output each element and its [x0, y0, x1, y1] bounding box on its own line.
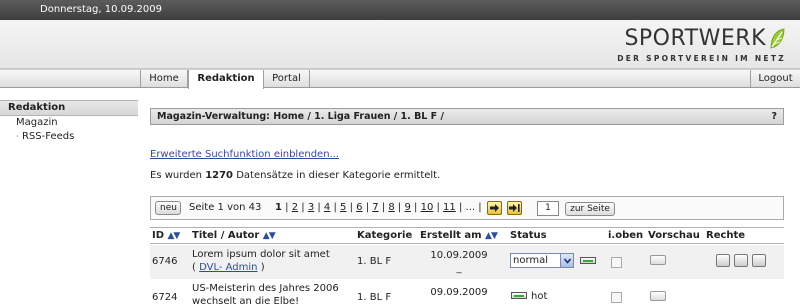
tab-home[interactable]: Home — [140, 70, 188, 88]
sort-arrows-icon[interactable]: ▲▼ — [485, 231, 498, 241]
col-id[interactable]: ID ▲▼ — [152, 230, 181, 241]
table-header: ID ▲▼ Titel / Autor ▲▼ Kategorie Erstell… — [150, 227, 784, 244]
logo-tagline: DER SPORTVEREIN IM NETZ — [617, 54, 786, 63]
row-id: 6724 — [152, 292, 178, 303]
table-row: 6724 US-Meisterin des Jahres 2006 wechse… — [150, 279, 784, 306]
col-id-label: ID — [152, 230, 165, 241]
goto-page-button[interactable]: zur Seite — [565, 202, 615, 216]
header: SPORTWERK DER SPORTVEREIN IM NETZ — [0, 20, 800, 69]
col-title[interactable]: Titel / Autor ▲▼ — [192, 230, 276, 241]
logout-link[interactable]: Logout — [750, 70, 800, 88]
row-date-value: 10.09.2009 — [430, 250, 488, 261]
advanced-search-link[interactable]: Erweiterte Suchfunktion einblenden... — [150, 149, 339, 160]
arrow-last-icon — [509, 204, 520, 212]
page-link[interactable]: 11 — [443, 202, 456, 213]
edit-icon[interactable] — [716, 254, 730, 267]
row-title-text[interactable]: Lorem ipsum dolor sit amet — [192, 249, 330, 260]
col-erstellt[interactable]: Erstellt am ▲▼ — [420, 230, 498, 241]
breadcrumb-text: Magazin-Verwaltung: Home / 1. Liga Fraue… — [157, 111, 444, 122]
last-page-button[interactable] — [507, 201, 522, 215]
sportwerk-logo: SPORTWERK DER SPORTVEREIN IM NETZ — [608, 24, 788, 66]
row-date: 10.09.2009 _ — [418, 249, 500, 275]
col-rechte: Rechte — [706, 230, 746, 241]
next-page-button[interactable] — [487, 201, 502, 215]
row-title: Lorem ipsum dolor sit amet ( DVL- Admin … — [192, 248, 330, 274]
trash-icon[interactable] — [734, 254, 748, 267]
status-text: hot — [531, 291, 548, 302]
top-bar: Donnerstag, 10.09.2009 — [0, 0, 800, 20]
arrow-right-icon — [490, 204, 499, 212]
preview-eye-icon[interactable] — [650, 291, 666, 301]
current-date: Donnerstag, 10.09.2009 — [40, 4, 162, 15]
main-nav: Home Redaktion Portal Logout — [0, 69, 800, 89]
col-title-label: Titel / Autor — [192, 230, 260, 241]
row-date-value: 09.09.2009 — [430, 287, 488, 298]
row-kategorie: 1. BL F — [357, 292, 392, 303]
sidebar-header: Redaktion — [0, 100, 138, 116]
tab-redaktion[interactable]: Redaktion — [188, 70, 264, 89]
table-row: 6746 Lorem ipsum dolor sit amet ( DVL- A… — [150, 245, 784, 279]
status-select[interactable]: normal — [510, 253, 574, 268]
page-info: Seite 1 von 43 — [189, 202, 262, 213]
col-erstellt-label: Erstellt am — [420, 230, 482, 241]
page-link[interactable]: 8 — [388, 202, 394, 213]
page-link[interactable]: 6 — [356, 202, 362, 213]
move-icon[interactable] — [752, 254, 766, 267]
breadcrumb: Magazin-Verwaltung: Home / 1. Liga Fraue… — [150, 108, 784, 125]
author-paren: ) — [257, 262, 265, 273]
row-time-value: _ — [456, 263, 462, 274]
row-title[interactable]: US-Meisterin des Jahres 2006 wechselt an… — [192, 282, 339, 306]
sort-arrows-icon[interactable]: ▲▼ — [168, 231, 181, 241]
sidebar-item-label: RSS-Feeds — [22, 131, 75, 142]
rights-actions — [716, 254, 770, 270]
author-link[interactable]: DVL- Admin — [199, 262, 257, 273]
row-date: 09.09.2009 _ — [418, 286, 500, 306]
page-links: 1 | 2 | 3 | 4 | 5 | 6 | 7 | 8 | 9 | 10 |… — [275, 202, 482, 213]
sidebar: Redaktion Magazin · RSS-Feeds — [0, 100, 138, 150]
logo-wordmark: SPORTWERK — [624, 26, 766, 51]
col-vorschau: Vorschau — [648, 230, 700, 241]
page-current: 1 — [275, 202, 282, 213]
count-suffix: Datensätze in dieser Kategorie ermittelt… — [236, 170, 441, 181]
row-kategorie: 1. BL F — [357, 256, 392, 267]
page-link[interactable]: 7 — [372, 202, 378, 213]
status-select-value: normal — [513, 255, 549, 266]
page-link[interactable]: 9 — [404, 202, 410, 213]
status-indicator-icon — [511, 292, 527, 299]
col-kategorie: Kategorie — [357, 230, 413, 241]
page-link[interactable]: 3 — [308, 202, 314, 213]
tab-portal[interactable]: Portal — [264, 70, 310, 88]
pager: neu Seite 1 von 43 1 | 2 | 3 | 4 | 5 | 6… — [150, 196, 784, 220]
row-title-text: wechselt an die Elbe! — [192, 296, 300, 306]
ioben-checkbox[interactable] — [611, 292, 622, 303]
page-ellipsis: ... — [465, 202, 476, 213]
page-number-input[interactable]: 1 — [537, 201, 559, 216]
help-icon[interactable]: ? — [771, 109, 777, 124]
sidebar-item-magazin[interactable]: Magazin — [0, 116, 138, 130]
row-title-text: US-Meisterin des Jahres 2006 — [192, 283, 339, 294]
ioben-checkbox[interactable] — [611, 257, 622, 268]
page-link[interactable]: 10 — [421, 202, 434, 213]
row-id: 6746 — [152, 256, 178, 267]
page-link[interactable]: 2 — [292, 202, 298, 213]
status-indicator-icon — [580, 257, 596, 264]
preview-eye-icon[interactable] — [650, 255, 666, 265]
page-link[interactable]: 4 — [324, 202, 330, 213]
col-ioben: i.oben — [608, 230, 644, 241]
leaf-icon — [770, 28, 785, 49]
page-link[interactable]: 5 — [340, 202, 346, 213]
sidebar-item-rss-feeds[interactable]: · RSS-Feeds — [0, 130, 138, 143]
row-time-value: _ — [456, 300, 462, 306]
new-button[interactable]: neu — [155, 201, 181, 215]
chevron-down-icon — [560, 254, 573, 267]
sort-arrows-icon[interactable]: ▲▼ — [263, 231, 276, 241]
record-count: Es wurden 1270 Datensätze in dieser Kate… — [150, 170, 440, 181]
count-prefix: Es wurden — [150, 170, 202, 181]
count-value: 1270 — [205, 170, 234, 181]
col-status: Status — [510, 230, 547, 241]
